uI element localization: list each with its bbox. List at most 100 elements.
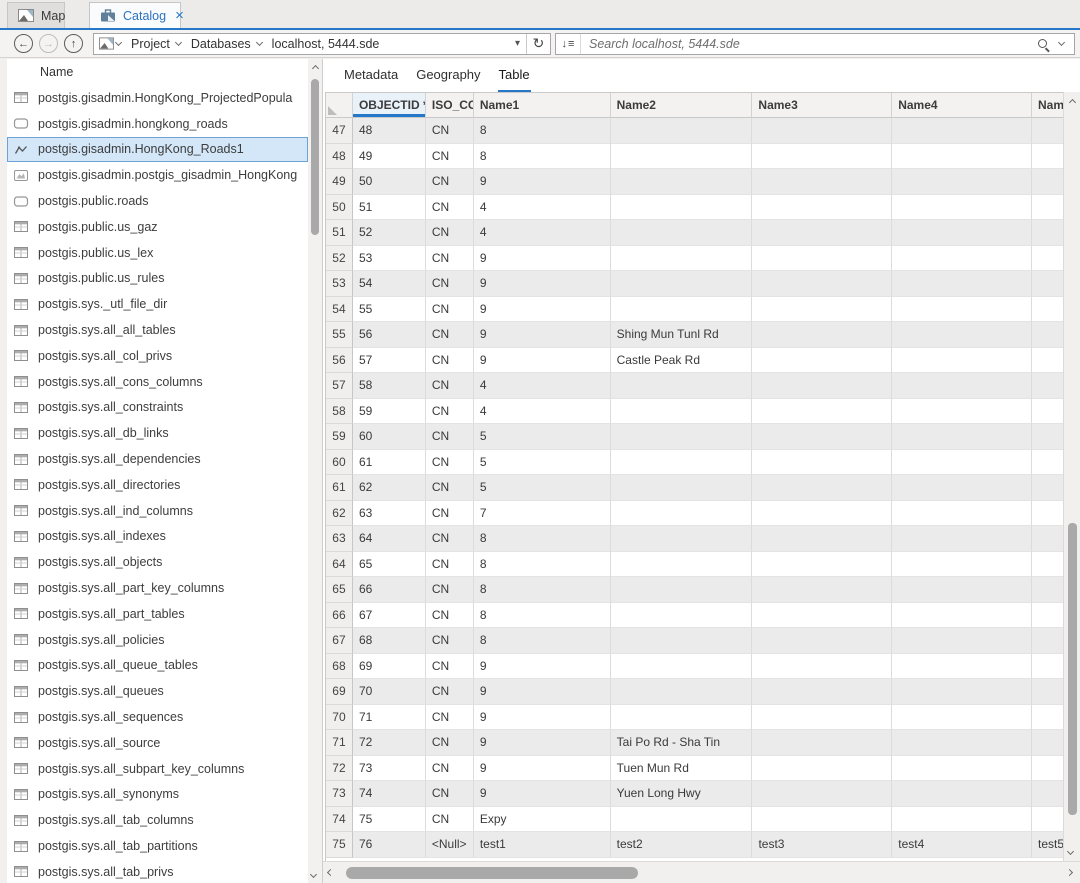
name4-cell[interactable] — [892, 501, 1032, 527]
name4-cell[interactable]: test4 — [892, 832, 1032, 858]
name4-cell[interactable] — [892, 169, 1032, 195]
iso-cc-cell[interactable]: CN — [426, 297, 474, 323]
objectid-cell[interactable]: 59 — [353, 399, 426, 425]
row-number-cell[interactable]: 51 — [326, 220, 353, 246]
name5-cell[interactable] — [1032, 526, 1063, 552]
chevron-down-icon[interactable] — [256, 39, 263, 46]
objectid-cell[interactable]: 54 — [353, 271, 426, 297]
name5-cell[interactable] — [1032, 628, 1063, 654]
name5-cell[interactable] — [1032, 373, 1063, 399]
table-vscrollbar-thumb[interactable] — [1068, 523, 1077, 815]
name4-cell[interactable] — [892, 807, 1032, 833]
iso-cc-cell[interactable]: CN — [426, 526, 474, 552]
name2-cell[interactable] — [611, 220, 753, 246]
name5-cell[interactable] — [1032, 756, 1063, 782]
name1-cell[interactable]: 8 — [474, 118, 611, 144]
name5-cell[interactable] — [1032, 144, 1063, 170]
name3-cell[interactable] — [752, 424, 892, 450]
objectid-cell[interactable]: 53 — [353, 246, 426, 272]
table-row[interactable]: 51 52 CN 4 — [326, 220, 1063, 246]
iso-cc-cell[interactable]: CN — [426, 118, 474, 144]
row-number-cell[interactable]: 48 — [326, 144, 353, 170]
list-item[interactable]: postgis.sys.all_subpart_key_columns — [7, 756, 308, 782]
row-number-cell[interactable]: 72 — [326, 756, 353, 782]
breadcrumb-databases[interactable]: Databases — [187, 37, 255, 51]
table-row[interactable]: 59 60 CN 5 — [326, 424, 1063, 450]
name3-cell[interactable] — [752, 654, 892, 680]
name4-cell[interactable] — [892, 424, 1032, 450]
name3-cell[interactable] — [752, 399, 892, 425]
chevron-down-icon[interactable] — [115, 39, 122, 46]
list-item[interactable]: postgis.sys.all_queues — [7, 678, 308, 704]
name4-cell[interactable] — [892, 348, 1032, 374]
scroll-up-icon[interactable] — [308, 60, 322, 74]
name2-cell[interactable] — [611, 450, 753, 476]
iso-cc-cell[interactable]: CN — [426, 220, 474, 246]
search-input[interactable] — [581, 37, 1038, 51]
iso-cc-cell[interactable]: CN — [426, 705, 474, 731]
list-item[interactable]: postgis.public.us_lex — [7, 240, 308, 266]
name2-cell[interactable]: Yuen Long Hwy — [611, 781, 753, 807]
row-number-cell[interactable]: 75 — [326, 832, 353, 858]
row-number-cell[interactable]: 66 — [326, 603, 353, 629]
name2-cell[interactable]: Tuen Mun Rd — [611, 756, 753, 782]
list-item[interactable]: postgis.sys.all_all_tables — [7, 317, 308, 343]
list-item[interactable]: postgis.sys.all_sequences — [7, 704, 308, 730]
search-icon[interactable] — [1038, 39, 1047, 48]
objectid-cell[interactable]: 56 — [353, 322, 426, 348]
name3-cell[interactable] — [752, 118, 892, 144]
table-row[interactable]: 52 53 CN 9 — [326, 246, 1063, 272]
name3-cell[interactable] — [752, 552, 892, 578]
name1-cell[interactable]: 9 — [474, 781, 611, 807]
iso-cc-cell[interactable]: CN — [426, 756, 474, 782]
name2-cell[interactable] — [611, 628, 753, 654]
name1-cell[interactable]: 5 — [474, 424, 611, 450]
name4-cell[interactable] — [892, 475, 1032, 501]
name1-cell[interactable]: 4 — [474, 399, 611, 425]
name5-cell[interactable] — [1032, 118, 1063, 144]
name3-cell[interactable] — [752, 144, 892, 170]
name2-cell[interactable] — [611, 654, 753, 680]
breadcrumb-location[interactable]: localhost, 5444.sde — [268, 37, 384, 51]
row-number-cell[interactable]: 74 — [326, 807, 353, 833]
list-item[interactable]: postgis.sys.all_directories — [7, 472, 308, 498]
name4-cell[interactable] — [892, 526, 1032, 552]
location-dropdown-icon[interactable]: ▾ — [509, 38, 526, 49]
name4-cell[interactable] — [892, 195, 1032, 221]
name1-cell[interactable]: 9 — [474, 322, 611, 348]
name2-cell[interactable]: Shing Mun Tunl Rd — [611, 322, 753, 348]
scroll-right-icon[interactable] — [1064, 866, 1078, 880]
name1-cell[interactable]: 9 — [474, 756, 611, 782]
iso-cc-cell[interactable]: CN — [426, 424, 474, 450]
row-number-cell[interactable]: 61 — [326, 475, 353, 501]
table-row[interactable]: 61 62 CN 5 — [326, 475, 1063, 501]
list-item[interactable]: postgis.gisadmin.HongKong_Roads1 — [7, 137, 308, 163]
search-options-chevron-icon[interactable] — [1058, 39, 1065, 46]
tree-scrollbar[interactable] — [308, 59, 322, 883]
name4-cell[interactable] — [892, 654, 1032, 680]
table-row[interactable]: 67 68 CN 8 — [326, 628, 1063, 654]
name2-cell[interactable]: Castle Peak Rd — [611, 348, 753, 374]
objectid-cell[interactable]: 61 — [353, 450, 426, 476]
name2-cell[interactable] — [611, 705, 753, 731]
table-row[interactable]: 66 67 CN 8 — [326, 603, 1063, 629]
name3-cell[interactable] — [752, 246, 892, 272]
iso-cc-cell[interactable]: CN — [426, 373, 474, 399]
table-row[interactable]: 63 64 CN 8 — [326, 526, 1063, 552]
name5-cell[interactable] — [1032, 603, 1063, 629]
name4-cell[interactable] — [892, 577, 1032, 603]
name1-cell[interactable]: 8 — [474, 144, 611, 170]
name3-cell[interactable] — [752, 297, 892, 323]
iso-cc-cell[interactable]: CN — [426, 322, 474, 348]
tab-map[interactable]: Map — [7, 2, 65, 28]
row-number-cell[interactable]: 59 — [326, 424, 353, 450]
name5-cell[interactable] — [1032, 348, 1063, 374]
table-row[interactable]: 60 61 CN 5 — [326, 450, 1063, 476]
column-header-name3[interactable]: Name3 — [752, 93, 892, 118]
name1-cell[interactable]: 8 — [474, 577, 611, 603]
table-row[interactable]: 55 56 CN 9 Shing Mun Tunl Rd — [326, 322, 1063, 348]
close-icon[interactable]: × — [175, 8, 184, 23]
table-row[interactable]: 54 55 CN 9 — [326, 297, 1063, 323]
iso-cc-cell[interactable]: CN — [426, 807, 474, 833]
name2-cell[interactable] — [611, 424, 753, 450]
